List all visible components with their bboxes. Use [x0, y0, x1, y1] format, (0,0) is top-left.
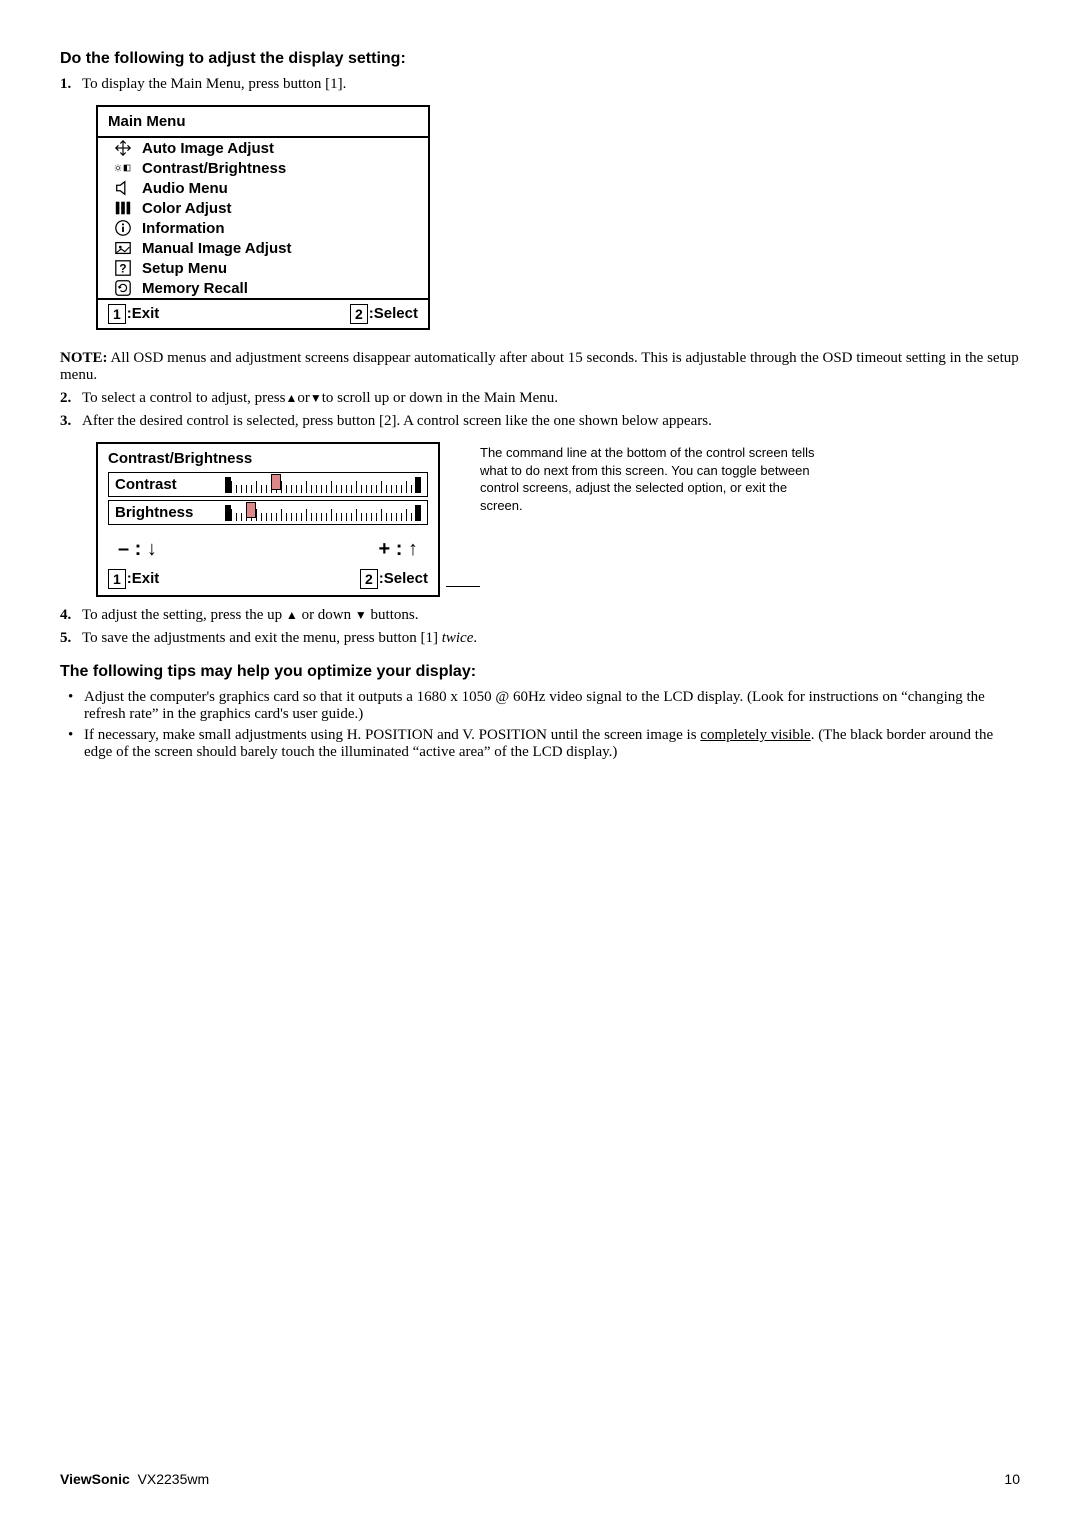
key-2: 2	[350, 304, 368, 324]
menu-item-color-adjust[interactable]: Color Adjust	[98, 198, 428, 218]
key-1: 1	[108, 304, 126, 324]
step-text: To select a control to adjust, press▲or▼…	[82, 390, 1020, 407]
step-number: 4.	[60, 607, 82, 624]
brightness-contrast-icon	[112, 159, 134, 177]
tip-text: Adjust the computer's graphics card so t…	[84, 689, 1020, 723]
contrast-brightness-panel: Contrast/Brightness Contrast Brightness …	[96, 442, 440, 597]
decrement-hint: – : ↓	[118, 538, 157, 561]
note-paragraph: NOTE: All OSD menus and adjustment scree…	[60, 350, 1020, 384]
menu-item-contrast-brightness[interactable]: Contrast/Brightness	[98, 158, 428, 178]
move-icon	[112, 139, 134, 157]
menu-item-audio-menu[interactable]: Audio Menu	[98, 178, 428, 198]
contrast-slider[interactable]	[225, 477, 421, 493]
menu-footer-exit[interactable]: 1:Exit	[108, 304, 159, 324]
menu-item-setup-menu[interactable]: ? Setup Menu	[98, 258, 428, 278]
key-1: 1	[108, 569, 126, 589]
contrast-label: Contrast	[115, 476, 215, 493]
menu-item-label: Auto Image Adjust	[142, 140, 274, 157]
menu-item-auto-image-adjust[interactable]: Auto Image Adjust	[98, 138, 428, 158]
triangle-up-icon: ▲	[285, 391, 297, 405]
rgb-icon	[112, 199, 134, 217]
menu-footer-select[interactable]: 2:Select	[350, 304, 418, 324]
heading-optimize-tips: The following tips may help you optimize…	[60, 663, 1020, 681]
brightness-row[interactable]: Brightness	[108, 500, 428, 525]
text-fragment: to scroll up or down in the Main Menu.	[322, 390, 558, 406]
menu-item-label: Memory Recall	[142, 280, 248, 297]
step-number: 5.	[60, 630, 82, 647]
main-menu-panel: Main Menu Auto Image Adjust	[96, 105, 430, 330]
heading-adjust-display: Do the following to adjust the display s…	[60, 50, 1020, 68]
panel-footer-select[interactable]: 2:Select	[360, 569, 428, 589]
panel-footer-exit[interactable]: 1:Exit	[108, 569, 159, 589]
note-text: All OSD menus and adjustment screens dis…	[60, 350, 1019, 383]
menu-item-label: Information	[142, 220, 225, 237]
note-label: NOTE:	[60, 350, 108, 366]
contrast-row[interactable]: Contrast	[108, 472, 428, 497]
text-fragment: To adjust the setting, press the up	[82, 607, 286, 623]
step-number: 1.	[60, 76, 82, 93]
exit-label: :Exit	[127, 570, 160, 587]
step-4: 4. To adjust the setting, press the up ▲…	[60, 607, 1020, 624]
step-text: To display the Main Menu, press button […	[82, 76, 1020, 93]
exit-label: :Exit	[127, 305, 160, 322]
tip-2: • If necessary, make small adjustments u…	[68, 727, 1020, 761]
text-fragment: If necessary, make small adjustments usi…	[84, 727, 700, 743]
footer-page-number: 10	[1004, 1471, 1020, 1487]
step-number: 3.	[60, 413, 82, 430]
menu-item-label: Color Adjust	[142, 200, 231, 217]
step-2: 2. To select a control to adjust, press▲…	[60, 390, 1020, 407]
slider-marker[interactable]	[246, 502, 256, 518]
menu-item-information[interactable]: Information	[98, 218, 428, 238]
menu-item-label: Contrast/Brightness	[142, 160, 286, 177]
key-2: 2	[360, 569, 378, 589]
image-icon	[112, 239, 134, 257]
bullet-icon: •	[68, 727, 84, 761]
emphasis-twice: twice	[442, 630, 474, 646]
command-line-note: The command line at the bottom of the co…	[480, 444, 830, 514]
menu-item-memory-recall[interactable]: Memory Recall	[98, 278, 428, 298]
tip-text: If necessary, make small adjustments usi…	[84, 727, 1020, 761]
increment-hint: + : ↑	[379, 538, 418, 561]
page-footer: ViewSonic VX2235wm 10	[60, 1471, 1020, 1487]
menu-item-manual-image-adjust[interactable]: Manual Image Adjust	[98, 238, 428, 258]
step-1: 1. To display the Main Menu, press butto…	[60, 76, 1020, 93]
svg-text:?: ?	[119, 263, 126, 276]
footer-brand: ViewSonic	[60, 1471, 130, 1487]
brightness-label: Brightness	[115, 504, 215, 521]
step-text: To save the adjustments and exit the men…	[82, 630, 1020, 647]
triangle-down-icon: ▼	[355, 608, 367, 622]
bullet-icon: •	[68, 689, 84, 723]
brightness-slider[interactable]	[225, 505, 421, 521]
step-number: 2.	[60, 390, 82, 407]
menu-item-label: Manual Image Adjust	[142, 240, 291, 257]
tip-1: • Adjust the computer's graphics card so…	[68, 689, 1020, 723]
menu-item-label: Setup Menu	[142, 260, 227, 277]
text-fragment: To select a control to adjust, press	[82, 390, 285, 406]
text-fragment: buttons.	[367, 607, 419, 623]
slider-marker[interactable]	[271, 474, 281, 490]
step-text: After the desired control is selected, p…	[82, 413, 1020, 430]
step-5: 5. To save the adjustments and exit the …	[60, 630, 1020, 647]
main-menu-title: Main Menu	[98, 107, 428, 138]
footer-model: VX2235wm	[138, 1471, 210, 1487]
text-fragment: To save the adjustments and exit the men…	[82, 630, 442, 646]
recall-icon	[112, 279, 134, 297]
text-fragment: .	[473, 630, 477, 646]
select-label: :Select	[369, 305, 418, 322]
step-3: 3. After the desired control is selected…	[60, 413, 1020, 430]
triangle-down-icon: ▼	[310, 391, 322, 405]
step-text: To adjust the setting, press the up ▲ or…	[82, 607, 1020, 624]
menu-item-label: Audio Menu	[142, 180, 228, 197]
info-icon	[112, 219, 134, 237]
underlined-text: completely visible	[700, 727, 810, 743]
question-icon: ?	[112, 259, 134, 277]
audio-icon	[112, 179, 134, 197]
panel-title: Contrast/Brightness	[98, 444, 438, 469]
select-label: :Select	[379, 570, 428, 587]
text-fragment: or down	[298, 607, 355, 623]
triangle-up-icon: ▲	[286, 608, 298, 622]
